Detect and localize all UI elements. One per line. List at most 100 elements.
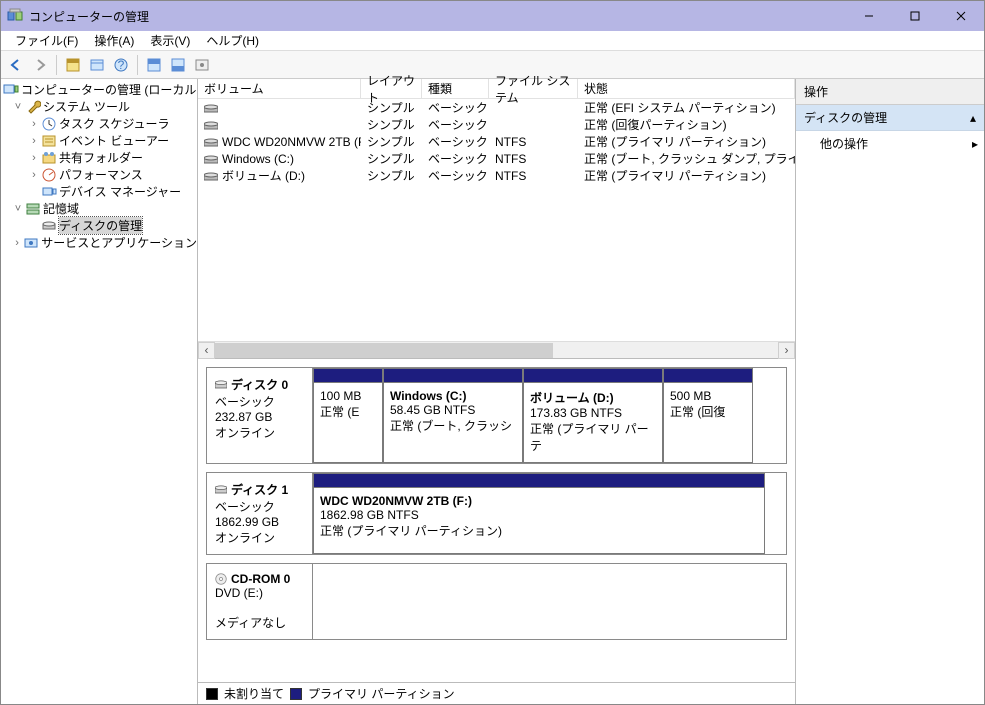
disk-mgmt-icon [41, 218, 57, 234]
partition-status: 正常 (ブート, クラッシ [390, 417, 516, 434]
volume-icon [204, 154, 218, 164]
col-status[interactable]: 状態 [578, 79, 795, 99]
tree-event-viewer[interactable]: ›イベント ビューアー [3, 132, 197, 149]
partition-status: 正常 (プライマリ パーティション) [320, 522, 758, 539]
col-volume[interactable]: ボリューム [198, 79, 361, 99]
menu-action[interactable]: 操作(A) [86, 30, 142, 51]
tool-view-top[interactable] [143, 54, 165, 76]
partition-status: 正常 (回復 [670, 403, 746, 420]
cell-type: ベーシック [422, 99, 489, 116]
table-row[interactable]: シンプルベーシック 正常 (EFI システム パーティション) [198, 99, 795, 116]
tree-system-tools[interactable]: ˅システム ツール [3, 98, 197, 115]
partition-bar [664, 369, 752, 383]
volume-icon [204, 171, 218, 181]
table-row[interactable]: シンプルベーシック正常 (回復パーティション) [198, 116, 795, 133]
close-button[interactable] [938, 1, 984, 31]
cell-status: 正常 (回復パーティション) [578, 116, 795, 133]
table-row[interactable]: WDC WD20NMVW 2TB (F:)シンプルベーシックNTFS正常 (プラ… [198, 133, 795, 150]
tree-device-manager[interactable]: デバイス マネージャー [3, 183, 197, 200]
partition-size: 500 MB [670, 389, 746, 403]
disk-block: CD-ROM 0DVD (E:) メディアなし [206, 563, 787, 640]
partitions: WDC WD20NMVW 2TB (F:)1862.98 GB NTFS正常 (… [313, 473, 786, 554]
shared-icon [41, 150, 57, 166]
scroll-right-button[interactable]: › [778, 342, 795, 359]
scroll-left-button[interactable]: ‹ [198, 342, 215, 359]
volume-table: ボリューム レイアウト 種類 ファイル システム 状態 シンプルベーシック正常 … [198, 79, 795, 359]
actions-more[interactable]: 他の操作 ▸ [796, 131, 984, 156]
tree-performance[interactable]: ›パフォーマンス [3, 166, 197, 183]
partition[interactable]: WDC WD20NMVW 2TB (F:)1862.98 GB NTFS正常 (… [313, 473, 765, 554]
tool-view-1[interactable] [86, 54, 108, 76]
col-fs[interactable]: ファイル システム [489, 79, 578, 99]
partition-size: 58.45 GB NTFS [390, 403, 516, 417]
titlebar[interactable]: コンピューターの管理 [1, 1, 984, 31]
actions-section[interactable]: ディスクの管理 ▴ [796, 105, 984, 131]
cell-status: 正常 (EFI システム パーティション) [578, 99, 795, 116]
forward-button[interactable] [29, 54, 51, 76]
table-body[interactable]: シンプルベーシック正常 (EFI システム パーティション)シンプルベーシック正… [198, 99, 795, 341]
disk-status: オンライン [215, 424, 304, 441]
scroll-thumb[interactable] [215, 343, 553, 358]
toolbar: ? [1, 51, 984, 79]
cell-layout: シンプル [361, 150, 422, 167]
disk-type: ベーシック [215, 498, 304, 515]
partition-bar [384, 369, 522, 383]
table-scrollbar[interactable]: ‹ › [198, 341, 795, 358]
col-type[interactable]: 種類 [422, 79, 489, 99]
col-layout[interactable]: レイアウト [361, 79, 422, 99]
partition-name: WDC WD20NMVW 2TB (F:) [320, 494, 758, 508]
tree-root[interactable]: コンピューターの管理 (ローカル [3, 81, 197, 98]
partition-name: ボリューム (D:) [530, 389, 656, 406]
cell-layout: シンプル [361, 116, 422, 133]
table-row[interactable]: ボリューム (D:)シンプルベーシックNTFS正常 (プライマリ パーティション… [198, 167, 795, 184]
scroll-track[interactable] [215, 343, 778, 358]
cell-type: ベーシック [422, 150, 489, 167]
partition[interactable]: Windows (C:)58.45 GB NTFS正常 (ブート, クラッシ [383, 368, 523, 463]
tool-help[interactable]: ? [110, 54, 132, 76]
menu-help[interactable]: ヘルプ(H) [198, 30, 267, 51]
menu-file[interactable]: ファイル(F) [7, 30, 86, 51]
cell-type: ベーシック [422, 133, 489, 150]
center-pane: ボリューム レイアウト 種類 ファイル システム 状態 シンプルベーシック正常 … [198, 79, 796, 704]
disk-graphic-scroll[interactable]: ディスク 0ベーシック232.87 GBオンライン100 MB正常 (EWind… [198, 359, 795, 682]
legend-swatch-primary [290, 688, 302, 700]
tree-disk-management[interactable]: ディスクの管理 [3, 217, 197, 234]
partition[interactable]: 500 MB正常 (回復 [663, 368, 753, 463]
table-row[interactable]: Windows (C:)シンプルベーシックNTFS正常 (ブート, クラッシュ … [198, 150, 795, 167]
legend-primary: プライマリ パーティション [308, 685, 455, 702]
partitions: 100 MB正常 (EWindows (C:)58.45 GB NTFS正常 (… [313, 368, 786, 463]
tree-pane[interactable]: コンピューターの管理 (ローカル ˅システム ツール ›タスク スケジューラ ›… [1, 79, 198, 704]
disk-name: CD-ROM 0 [215, 572, 304, 586]
services-icon [23, 235, 39, 251]
maximize-button[interactable] [892, 1, 938, 31]
disk-header[interactable]: ディスク 1ベーシック1862.99 GBオンライン [207, 473, 313, 554]
legend-unallocated: 未割り当て [224, 685, 284, 702]
tree-storage[interactable]: ˅記憶域 [3, 200, 197, 217]
back-button[interactable] [5, 54, 27, 76]
clock-icon [41, 116, 57, 132]
cell-layout: シンプル [361, 99, 422, 116]
tool-view-bottom[interactable] [167, 54, 189, 76]
disk-size: 232.87 GB [215, 410, 304, 424]
actions-header: 操作 [796, 79, 984, 105]
partition[interactable]: 100 MB正常 (E [313, 368, 383, 463]
menu-view[interactable]: 表示(V) [142, 30, 198, 51]
tool-settings[interactable] [191, 54, 213, 76]
disk-type: ベーシック [215, 393, 304, 410]
svg-text:?: ? [118, 58, 125, 72]
tree-task-scheduler[interactable]: ›タスク スケジューラ [3, 115, 197, 132]
tree-shared-folders[interactable]: ›共有フォルダー [3, 149, 197, 166]
disk-status: オンライン [215, 529, 304, 546]
client-area: コンピューターの管理 (ローカル ˅システム ツール ›タスク スケジューラ ›… [1, 79, 984, 704]
tool-properties[interactable] [62, 54, 84, 76]
minimize-button[interactable] [846, 1, 892, 31]
app-icon [7, 8, 23, 24]
disk-header[interactable]: ディスク 0ベーシック232.87 GBオンライン [207, 368, 313, 463]
volume-icon [204, 137, 218, 147]
partition-status: 正常 (E [320, 403, 376, 420]
disk-header[interactable]: CD-ROM 0DVD (E:) メディアなし [207, 564, 313, 639]
legend: 未割り当て プライマリ パーティション [198, 682, 795, 704]
tree-services-apps[interactable]: ›サービスとアプリケーション [3, 234, 197, 251]
partition[interactable]: ボリューム (D:)173.83 GB NTFS正常 (プライマリ パーテ [523, 368, 663, 463]
partition-size: 1862.98 GB NTFS [320, 508, 758, 522]
